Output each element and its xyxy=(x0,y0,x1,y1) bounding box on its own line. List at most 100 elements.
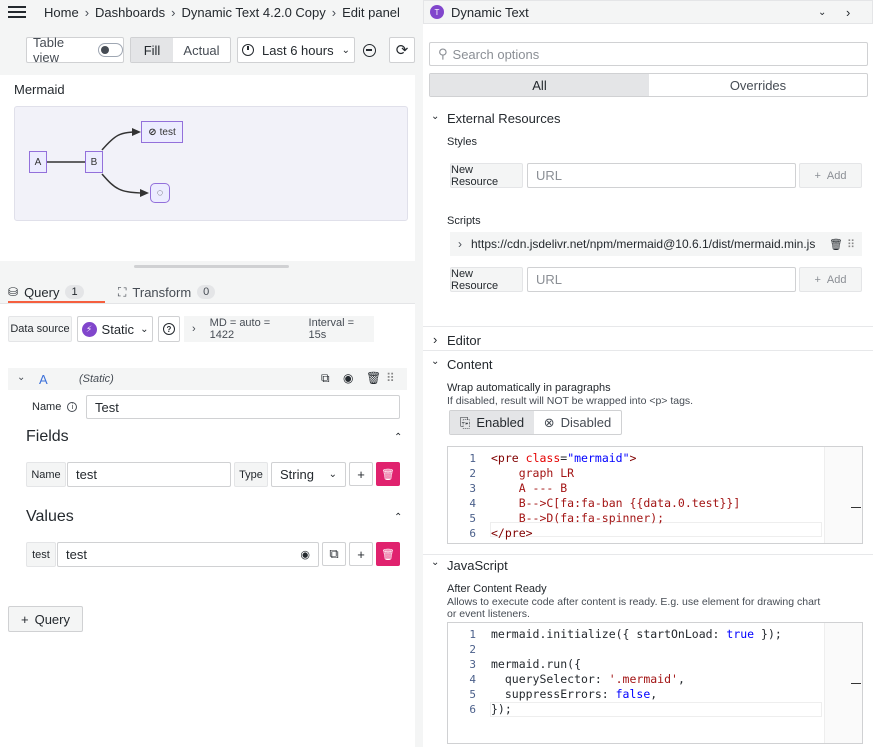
transform-count-badge: 0 xyxy=(197,285,216,299)
chevron-down-icon[interactable]: ⌄ xyxy=(431,111,439,122)
mermaid-edges xyxy=(47,128,149,197)
refresh-button[interactable]: ⟳ xyxy=(389,37,415,63)
chevron-up-icon[interactable]: ⌃ xyxy=(394,432,402,443)
chevron-down-icon[interactable]: ⌄ xyxy=(431,557,439,568)
actual-button[interactable]: Actual xyxy=(173,38,230,62)
plus-icon: + xyxy=(357,546,365,562)
datasource-label: Data source xyxy=(8,316,72,342)
external-resources-title[interactable]: External Resources xyxy=(447,111,560,126)
breadcrumb-home[interactable]: Home xyxy=(44,5,79,20)
disabled-option[interactable]: ⊗ Disabled xyxy=(534,411,621,434)
time-range-picker[interactable]: Last 6 hours ⌄ xyxy=(237,37,355,63)
content-code: 1 <pre class="mermaid"> 2 graph LR 3 A -… xyxy=(448,451,828,543)
new-resource-label: New Resource xyxy=(450,267,523,292)
zoom-out-button[interactable] xyxy=(356,37,382,63)
tab-all[interactable]: All xyxy=(430,74,649,96)
line-number: 2 xyxy=(469,467,476,480)
menu-icon[interactable] xyxy=(8,6,26,18)
chevron-right-icon: › xyxy=(192,323,196,335)
collapse-chevron-icon[interactable]: ⌄ xyxy=(17,372,25,383)
tab-transform[interactable]: ⛶ Transform 0 xyxy=(118,281,216,303)
script-item[interactable]: › https://cdn.jsdelivr.net/npm/mermaid@1… xyxy=(450,232,862,256)
query-options[interactable]: › MD = auto = 1422 Interval = 15s xyxy=(184,316,374,342)
delete-value-button[interactable]: 🗑 xyxy=(376,542,400,566)
datasource-picker[interactable]: ⚡ Static ⌄ xyxy=(77,316,153,342)
breadcrumb-dashboards[interactable]: Dashboards xyxy=(95,5,165,20)
drag-handle-icon[interactable]: ⠿ xyxy=(847,238,855,251)
name-input[interactable]: Test xyxy=(86,395,400,419)
content-title[interactable]: Content xyxy=(447,357,493,372)
options-pane: T Dynamic Text ⌄ › ⚲ Search options All … xyxy=(423,0,873,747)
scroll-marker xyxy=(851,507,861,508)
transform-icon: ⛶ xyxy=(118,284,127,299)
chevron-down-icon[interactable]: ⌄ xyxy=(818,7,826,18)
trash-icon[interactable]: 🗑 xyxy=(829,238,843,251)
visualization-picker[interactable]: T Dynamic Text ⌄ › xyxy=(423,0,873,24)
resize-handle[interactable] xyxy=(134,265,289,268)
table-view-toggle[interactable]: Table view xyxy=(26,35,124,65)
fields-title: Fields xyxy=(26,428,69,445)
query-source: (Static) xyxy=(79,373,114,385)
chevron-down-icon[interactable]: ⌄ xyxy=(431,356,439,367)
value-input[interactable]: test ◉ xyxy=(57,542,319,567)
line-number: 1 xyxy=(469,628,476,641)
wrap-label: Wrap automatically in paragraphs xyxy=(447,382,611,394)
field-type-label: Type xyxy=(234,462,268,487)
breadcrumb-current: Edit panel xyxy=(342,4,400,20)
add-script-button[interactable]: + Add xyxy=(799,267,862,292)
lightning-icon: ⚡ xyxy=(81,321,97,337)
search-icon: ⚲ xyxy=(438,46,448,61)
add-value-button[interactable]: + xyxy=(349,542,373,566)
enabled-option[interactable]: ⎘ Enabled xyxy=(450,411,534,434)
eye-icon[interactable]: ◉ xyxy=(343,371,353,385)
search-options-input[interactable]: ⚲ Search options xyxy=(429,42,868,66)
add-style-button[interactable]: + Add xyxy=(799,163,862,188)
breadcrumb-dashboard[interactable]: Dynamic Text 4.2.0 Copy xyxy=(181,5,325,20)
fill-actual-group: Fill Actual xyxy=(130,37,231,63)
duplicate-icon[interactable]: ⧉ xyxy=(321,371,330,386)
scripts-url-input[interactable]: URL xyxy=(527,267,796,292)
chevron-right-icon: › xyxy=(331,4,337,20)
tab-overrides[interactable]: Overrides xyxy=(649,74,867,96)
help-button[interactable]: ? xyxy=(158,316,180,342)
add-query-label: Query xyxy=(34,611,70,627)
line-number: 5 xyxy=(469,512,476,525)
content-code-editor[interactable]: 1 <pre class="mermaid"> 2 graph LR 3 A -… xyxy=(447,446,863,544)
chevron-right-icon[interactable]: › xyxy=(433,332,437,347)
trash-icon[interactable]: 🗑 xyxy=(366,371,381,385)
options-tabs: All Overrides xyxy=(429,73,868,97)
duplicate-value-button[interactable]: ⧉ xyxy=(322,542,346,566)
line-number: 6 xyxy=(469,527,476,540)
code-line: mermaid.initialize({ startOnLoad: true }… xyxy=(491,627,782,641)
add-field-button[interactable]: + xyxy=(349,462,373,486)
field-name-label: Name xyxy=(26,462,66,487)
pane-splitter[interactable] xyxy=(415,0,423,747)
divider xyxy=(423,326,873,327)
styles-url-input[interactable]: URL xyxy=(527,163,796,188)
delete-field-button[interactable]: 🗑 xyxy=(376,462,400,486)
new-resource-label: New Resource xyxy=(450,163,523,188)
toggle-switch[interactable] xyxy=(97,43,123,57)
chevron-up-icon[interactable]: ⌃ xyxy=(394,512,402,523)
javascript-code-editor[interactable]: 1 mermaid.initialize({ startOnLoad: true… xyxy=(447,622,863,744)
chevron-right-icon[interactable]: › xyxy=(846,5,850,20)
after-content-desc-1: Allows to execute code after content is … xyxy=(447,596,821,608)
query-ref[interactable]: A xyxy=(39,372,48,387)
search-placeholder: Search options xyxy=(452,46,540,62)
plugin-icon: T xyxy=(430,5,444,19)
field-name-input[interactable]: test xyxy=(67,462,231,487)
javascript-title[interactable]: JavaScript xyxy=(447,558,508,573)
field-type-select[interactable]: String ⌄ xyxy=(271,462,346,487)
fill-button[interactable]: Fill xyxy=(131,38,173,62)
editor-title[interactable]: Editor xyxy=(447,333,481,348)
eye-icon[interactable]: ◉ xyxy=(300,548,310,561)
add-query-button[interactable]: + Query xyxy=(8,606,83,632)
duplicate-icon: ⧉ xyxy=(329,546,339,561)
tab-query[interactable]: ⛁ Query 1 xyxy=(8,281,105,303)
database-icon: ⛁ xyxy=(8,285,19,299)
tab-transform-label: Transform xyxy=(132,284,192,300)
plus-icon: + xyxy=(357,466,365,482)
line-number: 2 xyxy=(469,643,476,656)
scroll-marker xyxy=(851,683,861,684)
drag-handle-icon[interactable]: ⠿ xyxy=(386,371,395,385)
